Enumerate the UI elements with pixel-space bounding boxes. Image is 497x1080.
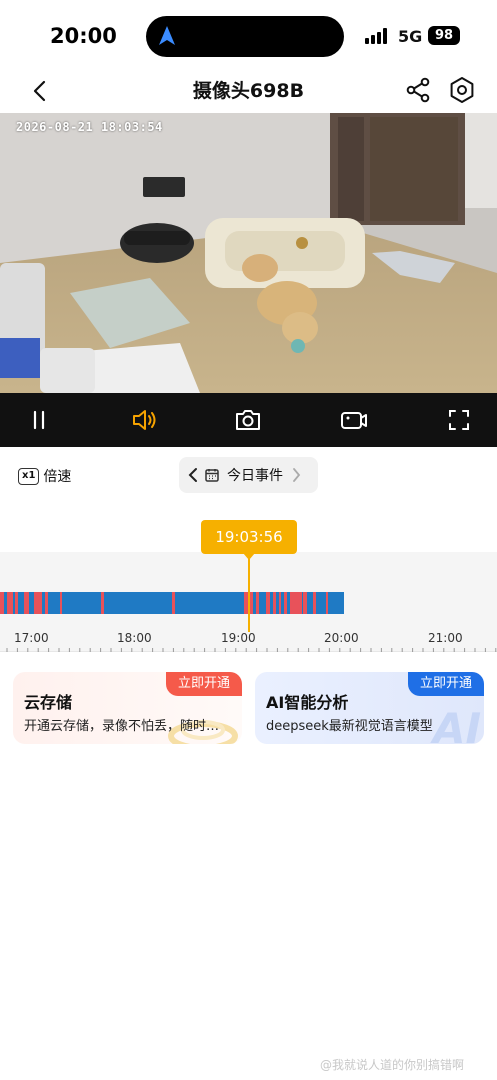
timeline-event-mark [290,592,302,614]
timeline-event-mark [172,592,175,614]
timeline-event-mark [24,592,29,614]
timeline-event-mark [303,592,307,614]
timeline-event-mark [101,592,104,614]
speed-badge: x1 [18,467,40,485]
dynamic-island [146,16,344,57]
ai-analysis-title: AI智能分析 [266,693,349,712]
timeline-cursor-time: 19:03:56 [201,520,297,554]
timeline-event-mark [284,592,287,614]
timeline-event-mark [279,592,281,614]
battery-indicator: 98 [428,26,460,45]
navigation-arrow-icon [159,26,175,45]
timeline-event-mark [256,592,259,614]
timeline-hour-label: 17:00 [14,631,49,645]
cloud-storage-title: 云存储 [24,693,73,712]
playback-controls [0,393,497,447]
chevron-right-icon[interactable] [291,467,301,483]
timeline-event-mark [273,592,276,614]
timeline-event-mark [60,592,62,614]
speed-label: 倍速 [43,469,72,485]
timeline-event-mark [45,592,48,614]
cloud-storage-subtitle: 开通云存储，录像不怕丢，随时… [24,719,220,734]
watermark: @我就说人道的你别搞错啊 [320,1058,465,1072]
speaker-icon[interactable] [129,405,159,435]
playback-toolbar: x1 倍速 今日事件 [0,447,497,507]
camera-video-feed[interactable]: 2026-08-21 18:03:54 [0,113,497,393]
video-frame-image [0,113,497,393]
timeline-cursor-line[interactable] [248,558,250,632]
fullscreen-icon[interactable] [444,405,474,435]
timeline-hour-label: 18:00 [117,631,152,645]
today-events-label: 今日事件 [227,468,283,484]
today-events-selector[interactable]: 今日事件 [179,457,318,493]
video-record-icon[interactable] [339,405,369,435]
share-icon[interactable] [404,76,432,104]
page-header: 摄像头698B [0,70,497,112]
network-type: 5G [398,27,423,46]
timeline-event-mark [326,592,328,614]
timeline-hour-label: 20:00 [324,631,359,645]
timeline-event-mark [15,592,18,614]
ai-analysis-card[interactable]: AI AI智能分析 deepseek最新视觉语言模型 立即开通 [255,672,484,744]
ai-analysis-activate-button[interactable]: 立即开通 [407,672,484,696]
timeline-hour-label: 19:00 [221,631,256,645]
cloud-storage-activate-button[interactable]: 立即开通 [165,672,242,696]
speed-button[interactable]: x1 倍速 [18,466,71,486]
timeline-event-mark [266,592,270,614]
timeline-hour-label: 21:00 [428,631,463,645]
pause-icon[interactable] [24,405,54,435]
timeline-event-mark [34,592,42,614]
timeline-event-mark [250,592,253,614]
status-time: 20:00 [50,24,117,48]
chevron-left-icon[interactable] [187,467,199,483]
camera-snapshot-icon[interactable] [233,405,263,435]
cloud-storage-card[interactable]: 云存储 开通云存储，录像不怕丢，随时… 立即开通 [13,672,242,744]
signal-icon [365,28,391,44]
ai-decoration-text: AI [433,704,482,744]
status-bar: 20:00 5G 98 [0,0,497,70]
hexagon-gear-icon[interactable] [447,75,477,105]
timeline-event-mark [313,592,316,614]
ai-analysis-subtitle: deepseek最新视觉语言模型 [266,719,433,734]
video-timestamp: 2026-08-21 18:03:54 [16,120,163,134]
calendar-icon [205,469,219,482]
timeline-event-mark [7,592,13,614]
timeline-event-mark [0,592,4,614]
